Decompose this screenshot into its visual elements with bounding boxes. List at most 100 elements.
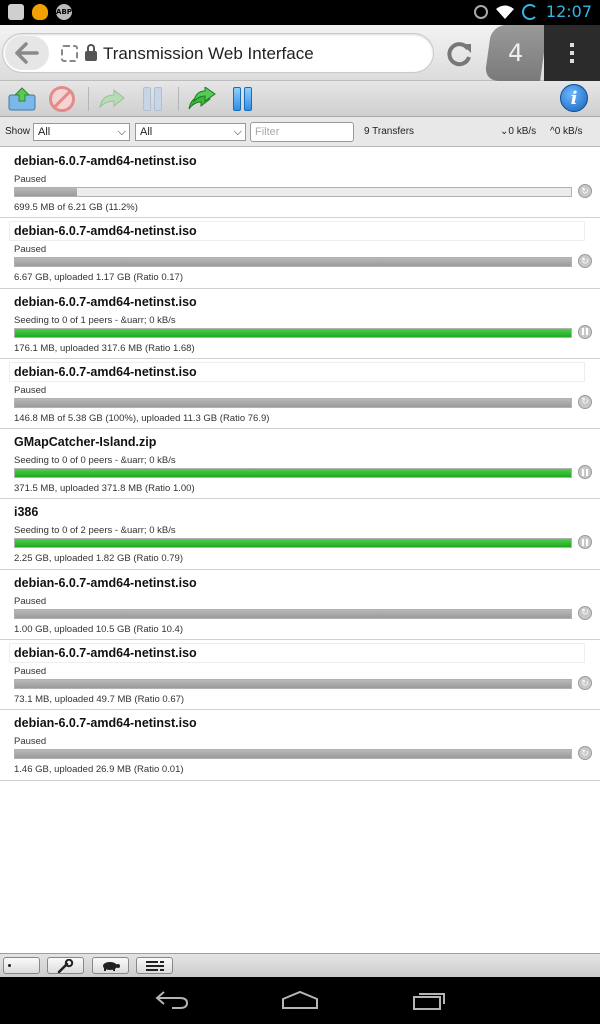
torrent-row[interactable]: debian-6.0.7-amd64-netinst.iso Paused ↻ 1.0… [0, 569, 600, 641]
torrent-row[interactable]: i386 Seeding to 0 of 2 peers - &uarr; 0 k… [0, 499, 600, 570]
torrent-status: Paused [14, 244, 47, 256]
resume-all-button[interactable] [186, 84, 218, 114]
status-left-icons: ABP [8, 4, 72, 20]
reload-button[interactable] [440, 37, 480, 71]
back-icon [155, 991, 189, 1009]
home-icon [282, 990, 318, 1009]
resume-torrent-icon[interactable]: ↻ [578, 394, 592, 409]
info-icon[interactable]: i [560, 84, 588, 112]
browser-toolbar: Transmission Web Interface 4 [0, 25, 600, 81]
torrent-list: debian-6.0.7-amd64-netinst.iso Paused ↻ 699… [0, 148, 600, 781]
list-icon [145, 960, 164, 971]
torrent-row[interactable]: debian-6.0.7-amd64-netinst.iso Paused ↻ 6.6… [0, 218, 600, 289]
progress-bar [14, 749, 572, 760]
sort-menu-button[interactable] [136, 957, 173, 974]
nav-home-button[interactable] [280, 987, 320, 1013]
battery-icon [521, 3, 538, 20]
resume-torrent-icon[interactable]: ↻ [578, 254, 592, 269]
chevron-down-icon: ⌵ [233, 126, 242, 138]
progress-fill [15, 258, 571, 267]
nav-back-button[interactable] [152, 987, 192, 1013]
torrent-row[interactable]: debian-6.0.7-amd64-netinst.iso Seeding to… [0, 288, 600, 359]
wifi-icon [495, 5, 514, 19]
torrent-progress-details: 1.00 GB, uploaded 10.5 GB (Ratio 10.4) [14, 623, 183, 635]
torrent-row[interactable]: debian-6.0.7-amd64-netinst.iso Paused ↻ 699… [0, 148, 600, 219]
progress-fill [15, 328, 571, 337]
torrent-row[interactable]: debian-6.0.7-amd64-netinst.iso Paused ↻ 1.4… [0, 710, 600, 781]
progress-bar [14, 608, 572, 619]
torrent-status: Seeding to 0 of 2 peers - &uarr; 0 kB/s [14, 525, 176, 537]
toolbar-divider [88, 87, 89, 111]
bottom-toolbar [0, 953, 600, 977]
wrench-icon [57, 958, 73, 973]
download-speed-value: 0 kB/s [508, 126, 537, 137]
pause-torrent-icon[interactable] [578, 465, 592, 480]
torrent-name: debian-6.0.7-amd64-netinst.iso [14, 154, 197, 168]
pause-icon [142, 87, 162, 111]
torrent-progress-details: 2.25 GB, uploaded 1.82 GB (Ratio 0.79) [14, 553, 183, 565]
torrent-progress-details: 176.1 MB, uploaded 317.6 MB (Ratio 1.68) [14, 342, 195, 354]
resume-selected-button[interactable] [96, 84, 128, 114]
pause-torrent-icon[interactable] [578, 535, 592, 550]
navigation-bar [0, 977, 600, 1024]
reload-icon [447, 42, 471, 67]
image-icon [8, 4, 24, 20]
filter-bar: Show All ⌵ All ⌵ Filter 9 Transfers ⌄0 k… [0, 117, 600, 147]
torrent-name: i386 [14, 505, 39, 520]
status-bar: ABP 12:07 [0, 0, 600, 25]
torrent-status: Seeding to 0 of 1 peers - &uarr; 0 kB/s [14, 314, 176, 326]
progress-fill [15, 188, 78, 196]
torrent-progress-details: 73.1 MB, uploaded 49.7 MB (Ratio 0.67) [14, 694, 185, 706]
progress-fill [15, 680, 571, 689]
torrent-status: Paused [14, 736, 47, 748]
resume-arrow-icon [99, 88, 125, 109]
overflow-menu-button[interactable] [544, 25, 600, 81]
torrent-progress-details: 6.67 GB, uploaded 1.17 GB (Ratio 0.17) [14, 272, 183, 284]
tabs-button[interactable]: 4 [484, 25, 548, 81]
turtle-icon [102, 961, 120, 971]
back-button[interactable] [5, 36, 49, 70]
progress-bar [14, 679, 572, 690]
tracker-filter-select[interactable]: All ⌵ [135, 123, 246, 141]
resume-torrent-icon[interactable]: ↻ [578, 746, 592, 761]
upload-speed: ^0 kB/s [550, 126, 583, 137]
torrent-status: Paused [14, 384, 47, 396]
resume-torrent-icon[interactable]: ↻ [578, 676, 592, 691]
torrent-progress-details: 1.46 GB, uploaded 26.9 MB (Ratio 0.01) [14, 764, 184, 776]
recents-icon [413, 993, 445, 1010]
state-filter-select[interactable]: All ⌵ [33, 123, 130, 141]
torrent-row[interactable]: GMapCatcher-Island.zip Seeding to 0 of 0 … [0, 429, 600, 500]
pause-all-button[interactable] [226, 84, 258, 114]
pause-torrent-icon[interactable] [578, 324, 592, 339]
torrent-name-wrap: GMapCatcher-Island.zip [10, 433, 584, 451]
abp-icon: ABP [56, 4, 72, 20]
progress-fill [15, 469, 571, 478]
filter-input[interactable]: Filter [250, 122, 354, 142]
settings-button[interactable] [47, 957, 84, 974]
open-folder-icon [8, 87, 36, 111]
torrent-progress-details: 371.5 MB, uploaded 371.8 MB (Ratio 1.00) [14, 483, 195, 495]
page-title: Transmission Web Interface [103, 44, 314, 63]
open-torrent-button[interactable] [6, 84, 38, 114]
resume-torrent-icon[interactable]: ↻ [578, 605, 592, 620]
progress-bar [14, 397, 572, 408]
page-icon [61, 45, 78, 62]
lock-icon [85, 44, 97, 62]
torrent-row[interactable]: debian-6.0.7-amd64-netinst.iso Paused ↻ 73.… [0, 640, 600, 711]
url-bar[interactable]: Transmission Web Interface [2, 33, 434, 73]
pause-selected-button[interactable] [136, 84, 168, 114]
nav-recents-button[interactable] [410, 987, 450, 1013]
progress-bar [14, 187, 572, 197]
torrent-name-wrap: debian-6.0.7-amd64-netinst.iso [10, 574, 584, 592]
torrent-name-wrap: debian-6.0.7-amd64-netinst.iso [10, 714, 584, 732]
torrent-status: Seeding to 0 of 0 peers - &uarr; 0 kB/s [14, 455, 176, 467]
torrent-row[interactable]: debian-6.0.7-amd64-netinst.iso Paused ↻ 146… [0, 358, 600, 430]
torrent-name: debian-6.0.7-amd64-netinst.iso [14, 364, 197, 379]
remove-torrent-button[interactable] [46, 84, 78, 114]
turtle-mode-button[interactable] [92, 957, 129, 974]
resume-torrent-icon[interactable]: ↻ [578, 184, 592, 198]
torrent-name-wrap: i386 [10, 503, 584, 521]
compact-toggle-button[interactable] [3, 957, 40, 974]
remove-icon [49, 86, 75, 112]
torrent-status: Paused [14, 666, 47, 678]
